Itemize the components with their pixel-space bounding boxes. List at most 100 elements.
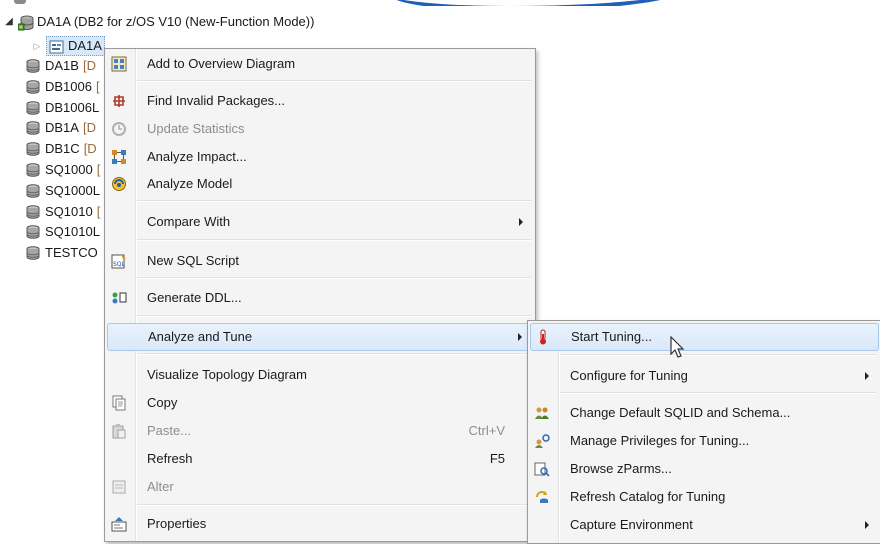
tree-node-label: DB1006 [45,78,92,94]
cropped-database-icon [14,0,26,4]
menu-item-analyze-and-tune[interactable]: Analyze and Tune [107,323,533,351]
overview-diagram-icon [111,56,127,72]
tree-node-database[interactable]: SQ1010 [ [26,202,100,222]
menu-item-add-to-overview-diagram[interactable]: Add to Overview Diagram [107,51,533,77]
tree-node-label: SQ1010 [45,203,93,219]
analyze-tune-submenu: Start Tuning... Configure for Tuning Chang… [527,320,880,544]
tree-node-database[interactable]: SQ1010L [26,222,100,242]
generate-ddl-icon [111,290,127,306]
tree-node-suffix: [ [95,78,100,94]
tree-node-label: DB1006L [45,99,100,115]
tree-node-suffix: [D [82,120,96,136]
menu-item-configure-for-tuning[interactable]: Configure for Tuning [530,363,879,389]
sql-script-icon: SQL [111,253,127,269]
menu-separator [137,504,531,506]
menu-item-label: Capture Environment [570,517,693,532]
menu-item-refresh[interactable]: Refresh F5 [107,446,533,472]
menu-item-label: Compare With [147,214,231,229]
tree-node-child[interactable]: ▷ DA1A [32,36,105,56]
database-icon [26,204,40,219]
thermometer-icon [535,329,551,345]
database-icon [26,121,40,136]
menu-item-analyze-model[interactable]: Analyze Model [107,171,533,197]
menu-item-alter[interactable]: Alter [107,474,533,500]
menu-item-change-default-sqlid-and-schema[interactable]: Change Default SQLID and Schema... [530,400,879,426]
menu-item-label: Configure for Tuning [570,368,688,383]
tree-node-selected[interactable]: DA1A [46,36,105,56]
menu-item-label: Browse zParms... [570,461,672,476]
menu-item-label: Analyze Impact... [147,149,247,164]
tree-node-label: DB1A [45,120,79,136]
menu-separator [137,353,531,355]
menu-item-capture-environment[interactable]: Capture Environment [530,512,879,538]
privileges-icon [534,433,550,449]
menu-item-new-sql-script[interactable]: SQL New SQL Script [107,248,533,274]
menu-item-browse-zparms[interactable]: Browse zParms... [530,456,879,482]
menu-item-find-invalid-packages[interactable]: Find Invalid Packages... [107,88,533,114]
menu-item-label: Alter [147,479,174,494]
tree-node-label: TESTCO [45,245,98,261]
tree-node-root[interactable]: ◢ DA1A (DB2 for z/OS V10 (New-Function M… [4,12,314,32]
cropped-top-strip [0,0,880,6]
menu-item-label: Analyze and Tune [148,329,253,344]
menu-separator [137,277,531,279]
submenu-arrow-icon [518,333,522,341]
submenu-arrow-icon [865,521,869,529]
menu-item-update-statistics[interactable]: Update Statistics [107,116,533,142]
menu-separator [137,239,531,241]
tree-node-label: DA1A (DB2 for z/OS V10 (New-Function Mod… [37,14,315,29]
menu-item-properties[interactable]: Properties [107,511,533,537]
menu-item-label: Properties [147,516,207,531]
tree-node-database[interactable]: SQ1000L [26,181,100,201]
menu-item-refresh-catalog-for-tuning[interactable]: Refresh Catalog for Tuning [530,484,879,510]
menu-item-start-tuning[interactable]: Start Tuning... [530,323,879,351]
menu-item-label: Add to Overview Diagram [147,56,296,71]
tree-node-label: SQ1000L [45,182,100,198]
tree-node-database[interactable]: DA1B [D [26,56,96,76]
tree-node-database[interactable]: DB1C [D [26,139,97,159]
tree-node-label: DA1A [68,38,102,53]
paste-icon [111,423,127,439]
expand-arrow-icon[interactable]: ▷ [32,36,42,56]
tree-node-label: DB1C [45,141,80,157]
tree-node-database[interactable]: DB1006 [ [26,77,100,97]
menu-item-label: Refresh Catalog for Tuning [570,489,726,504]
copy-icon [111,395,127,411]
menu-item-label: Copy [147,395,178,410]
tree-node-database[interactable]: TESTCO [26,243,98,263]
database-icon [26,225,40,240]
tree-node-label: SQ1000 [45,162,93,177]
database-icon [26,142,40,156]
tree-node-database[interactable]: DB1A [D [26,118,96,138]
menu-item-manage-privileges-for-tuning[interactable]: Manage Privileges for Tuning... [530,428,879,454]
tree-node-suffix: [D [83,141,97,157]
menu-item-analyze-impact[interactable]: Analyze Impact... [107,144,533,170]
update-statistics-icon [111,121,127,137]
context-menu: Add to Overview Diagram Find Invalid Pack… [104,48,536,542]
database-connected-icon [18,15,34,31]
menu-item-generate-ddl[interactable]: Generate DDL... [107,285,533,311]
menu-item-compare-with[interactable]: Compare With [107,209,533,235]
menu-item-label: Find Invalid Packages... [147,93,286,108]
menu-item-label: Manage Privileges for Tuning... [570,433,750,448]
menu-separator [137,315,531,317]
browse-icon [534,461,550,477]
menu-item-label: Start Tuning... [571,329,652,344]
menu-item-shortcut: F5 [489,451,505,466]
menu-item-visualize-topology-diagram[interactable]: Visualize Topology Diagram [107,362,533,388]
collapse-arrow-icon[interactable]: ◢ [4,12,14,32]
menu-separator [560,354,877,356]
tree-node-suffix: [ [96,203,101,219]
tree-node-database[interactable]: DB1006L [26,98,99,118]
menu-item-paste[interactable]: Paste... Ctrl+V [107,418,533,444]
tree-node-database[interactable]: SQ1000 [ [26,160,100,180]
menu-item-label: Visualize Topology Diagram [147,367,307,382]
submenu-arrow-icon [865,372,869,380]
menu-item-copy[interactable]: Copy [107,390,533,416]
menu-separator [560,392,877,394]
svg-text:SQL: SQL [113,261,126,268]
menu-item-label: Update Statistics [147,121,245,136]
menu-item-label: Generate DDL... [147,290,242,305]
database-icon [26,100,40,115]
menu-item-label: New SQL Script [147,253,239,268]
